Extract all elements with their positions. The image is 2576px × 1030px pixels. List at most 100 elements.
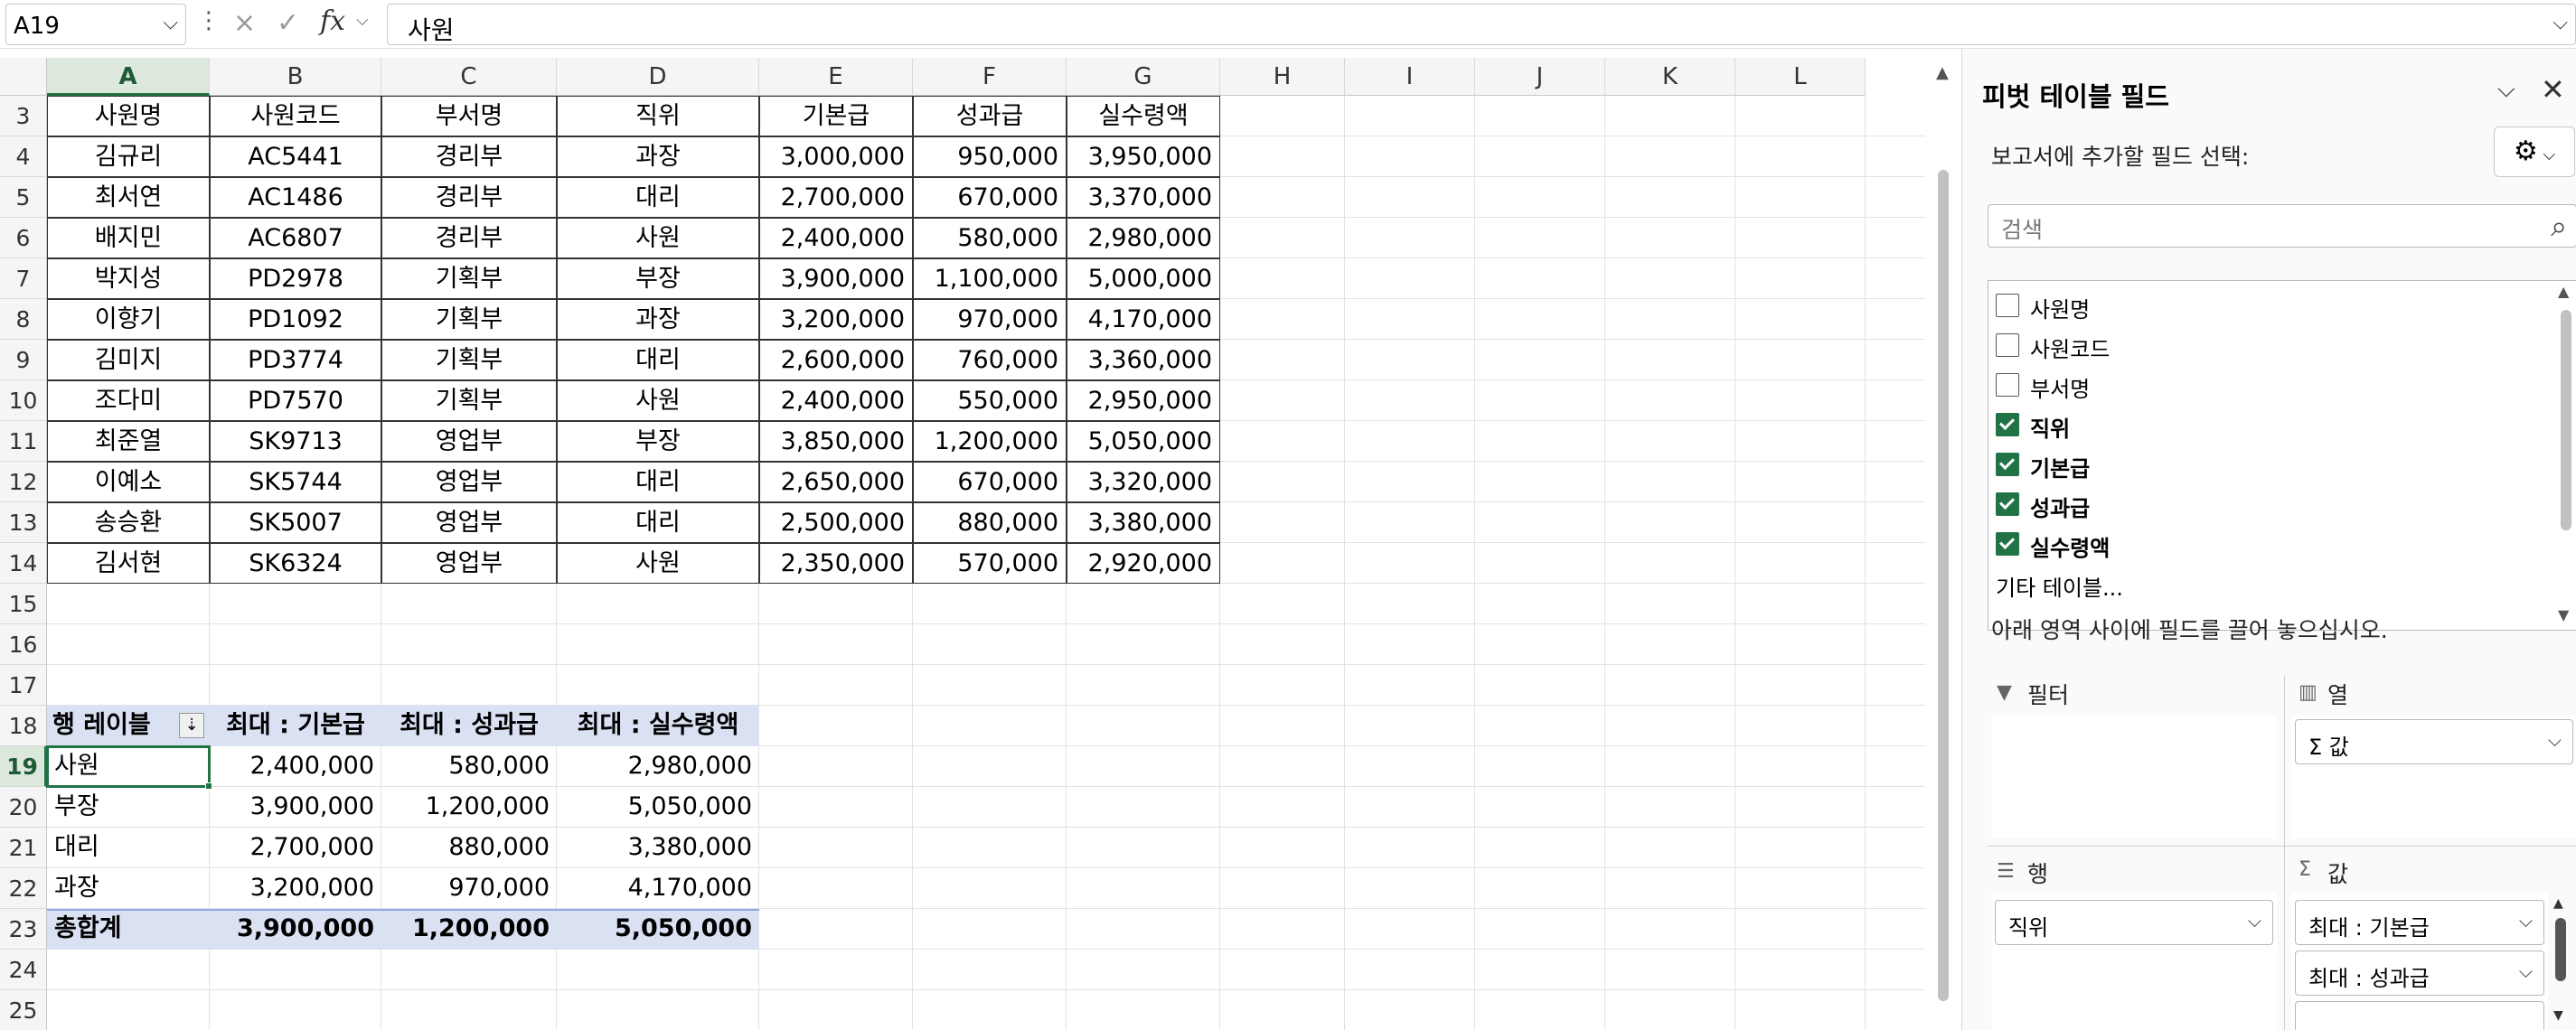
search-icon[interactable]: ⌕	[2551, 209, 2567, 244]
rows-area[interactable]: 직위 ⌵	[1991, 893, 2277, 1030]
table-cell[interactable]: 2,600,000	[759, 340, 913, 380]
table-cell[interactable]: SK5007	[210, 502, 381, 543]
pivot-header-cell[interactable]: 최대 : 실수령액	[557, 706, 759, 746]
table-cell[interactable]: AC6807	[210, 218, 381, 258]
chevron-down-icon[interactable]: ⌵	[2519, 910, 2533, 932]
scroll-down-icon[interactable]: ▼	[2553, 1008, 2563, 1023]
row-header-20[interactable]: 20	[0, 787, 47, 828]
chevron-down-icon[interactable]: ⌵	[163, 12, 178, 34]
row-header-16[interactable]: 16	[0, 624, 47, 665]
columns-area[interactable]: Σ 값 ⌵	[2291, 716, 2576, 838]
table-header-cell[interactable]: 사원코드	[210, 96, 381, 136]
row-header-12[interactable]: 12	[0, 462, 47, 502]
fill-handle[interactable]	[205, 782, 212, 790]
table-cell[interactable]: 3,380,000	[1067, 502, 1220, 543]
table-cell[interactable]: 3,370,000	[1067, 177, 1220, 218]
pivot-cell[interactable]: 3,380,000	[557, 828, 759, 868]
table-cell[interactable]: 영업부	[381, 462, 557, 502]
chevron-down-icon[interactable]: ⌵	[356, 11, 369, 30]
table-cell[interactable]: 최준열	[47, 421, 210, 462]
table-cell[interactable]: 사원	[557, 218, 759, 258]
column-header-l[interactable]: L	[1735, 58, 1866, 96]
column-header-c[interactable]: C	[381, 58, 557, 96]
table-cell[interactable]: 기획부	[381, 258, 557, 299]
pivot-cell[interactable]: 부장	[47, 787, 210, 828]
table-cell[interactable]: 과장	[557, 136, 759, 177]
table-cell[interactable]: SK6324	[210, 543, 381, 584]
field-checkbox[interactable]	[1996, 294, 2019, 317]
pivot-cell[interactable]: 3,200,000	[210, 868, 381, 909]
table-cell[interactable]: 970,000	[913, 299, 1067, 340]
table-cell[interactable]: 3,000,000	[759, 136, 913, 177]
table-header-cell[interactable]: 사원명	[47, 96, 210, 136]
chevron-down-icon[interactable]: ⌵	[2519, 960, 2533, 982]
table-header-cell[interactable]: 실수령액	[1067, 96, 1220, 136]
table-cell[interactable]: 570,000	[913, 543, 1067, 584]
expand-formula-icon[interactable]: ⌵	[2552, 12, 2568, 34]
columns-field-pill[interactable]: Σ 값 ⌵	[2295, 719, 2573, 764]
column-header-i[interactable]: I	[1345, 58, 1475, 96]
table-cell[interactable]: 경리부	[381, 136, 557, 177]
scroll-down-icon[interactable]: ▼	[2558, 606, 2569, 623]
values-field-pill-partial[interactable]	[2295, 1001, 2544, 1030]
table-cell[interactable]: 3,950,000	[1067, 136, 1220, 177]
row-header-8[interactable]: 8	[0, 299, 47, 340]
column-header-f[interactable]: F	[913, 58, 1067, 96]
values-field-pill[interactable]: 최대 : 성과급 ⌵	[2295, 950, 2544, 996]
row-header-7[interactable]: 7	[0, 258, 47, 299]
name-box[interactable]: A19 ⌵	[5, 4, 186, 45]
scroll-thumb[interactable]	[1938, 170, 1949, 1001]
table-cell[interactable]: 2,980,000	[1067, 218, 1220, 258]
row-label-filter-icon[interactable]: ⇣	[179, 713, 204, 738]
enter-icon[interactable]: ✓	[277, 7, 299, 39]
table-header-cell[interactable]: 기본급	[759, 96, 913, 136]
table-cell[interactable]: 760,000	[913, 340, 1067, 380]
pivot-cell[interactable]: 과장	[47, 868, 210, 909]
row-header-3[interactable]: 3	[0, 96, 47, 136]
pivot-cell[interactable]: 880,000	[381, 828, 557, 868]
table-cell[interactable]: 이향기	[47, 299, 210, 340]
pivot-header-cell[interactable]: 최대 : 성과급	[381, 706, 557, 746]
filter-area[interactable]	[1991, 716, 2277, 838]
table-cell[interactable]: PD3774	[210, 340, 381, 380]
field-checkbox[interactable]	[1996, 532, 2019, 556]
table-cell[interactable]: 박지성	[47, 258, 210, 299]
table-cell[interactable]: 2,400,000	[759, 380, 913, 421]
scroll-thumb[interactable]	[2561, 310, 2571, 530]
pivot-cell[interactable]: 1,200,000	[381, 787, 557, 828]
table-cell[interactable]: 3,200,000	[759, 299, 913, 340]
row-header-15[interactable]: 15	[0, 584, 47, 624]
scroll-up-icon[interactable]: ▲	[2558, 283, 2569, 300]
table-cell[interactable]: 대리	[557, 177, 759, 218]
table-cell[interactable]: AC5441	[210, 136, 381, 177]
table-cell[interactable]: SK9713	[210, 421, 381, 462]
table-cell[interactable]: 김서현	[47, 543, 210, 584]
table-cell[interactable]: 880,000	[913, 502, 1067, 543]
table-header-cell[interactable]: 직위	[557, 96, 759, 136]
table-cell[interactable]: 최서연	[47, 177, 210, 218]
table-cell[interactable]: 기획부	[381, 380, 557, 421]
pivot-cell[interactable]: 대리	[47, 828, 210, 868]
pane-options-icon[interactable]: ⌵	[2497, 76, 2515, 104]
table-cell[interactable]: 이예소	[47, 462, 210, 502]
more-options-icon[interactable]: ⋮	[197, 7, 221, 34]
pivot-total-cell[interactable]: 3,900,000	[210, 909, 381, 950]
row-header-9[interactable]: 9	[0, 340, 47, 380]
row-header-24[interactable]: 24	[0, 950, 47, 990]
settings-button[interactable]: ⚙ ⌵	[2494, 126, 2575, 177]
column-header-b[interactable]: B	[210, 58, 381, 96]
formula-input[interactable]: 사원 ⌵	[387, 4, 2576, 45]
table-cell[interactable]: 기획부	[381, 299, 557, 340]
row-header-4[interactable]: 4	[0, 136, 47, 177]
field-checkbox[interactable]	[1996, 373, 2019, 397]
pivot-cell[interactable]: 580,000	[381, 746, 557, 787]
pivot-cell[interactable]: 5,050,000	[557, 787, 759, 828]
table-cell[interactable]: PD7570	[210, 380, 381, 421]
table-cell[interactable]: 2,650,000	[759, 462, 913, 502]
field-checkbox[interactable]	[1996, 453, 2019, 476]
table-cell[interactable]: 580,000	[913, 218, 1067, 258]
select-all-corner[interactable]	[0, 58, 47, 96]
table-cell[interactable]: 3,900,000	[759, 258, 913, 299]
table-header-cell[interactable]: 성과급	[913, 96, 1067, 136]
table-cell[interactable]: 950,000	[913, 136, 1067, 177]
